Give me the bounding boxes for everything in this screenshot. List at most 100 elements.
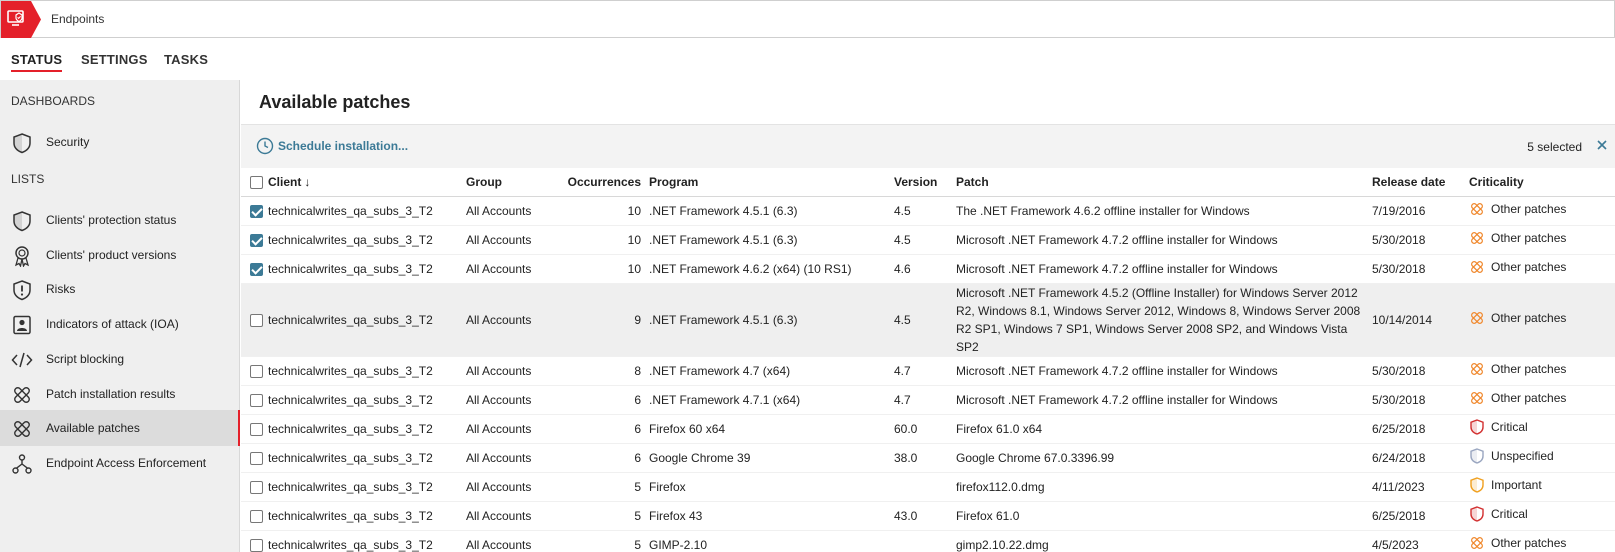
cell-client: technicalwrites_qa_subs_3_T2: [268, 443, 466, 473]
cell-release-date: 6/25/2018: [1372, 501, 1469, 531]
critical-shield-icon: [1470, 419, 1484, 435]
cell-patch: Microsoft .NET Framework 4.7.2 offline i…: [956, 254, 1372, 284]
cell-program: Firefox 60 x64: [649, 414, 894, 444]
criticality-label: Unspecified: [1491, 449, 1554, 463]
cell-occurrences: 8: [556, 356, 649, 386]
code-icon: [11, 352, 33, 368]
cell-patch: gimp2.10.22.dmg: [956, 530, 1372, 552]
table-row[interactable]: technicalwrites_qa_subs_3_T2 All Accounts…: [241, 283, 1615, 357]
cell-group: All Accounts: [466, 254, 556, 284]
table-row[interactable]: technicalwrites_qa_subs_3_T2 All Accounts…: [241, 356, 1615, 386]
column-header-release-date[interactable]: Release date: [1372, 168, 1469, 197]
sidebar-item-clients-protection-status[interactable]: Clients' protection status: [0, 202, 240, 238]
table-row[interactable]: technicalwrites_qa_subs_3_T2 All Accounts…: [241, 414, 1615, 444]
cell-version: [894, 472, 956, 502]
sidebar-item-risks[interactable]: Risks: [0, 271, 240, 307]
badge-icon: [14, 246, 30, 267]
cell-release-date: 4/11/2023: [1372, 472, 1469, 502]
column-header-occurrences[interactable]: Occurrences: [556, 168, 649, 197]
cell-group: All Accounts: [466, 501, 556, 531]
close-icon[interactable]: [1595, 138, 1609, 152]
cell-program: .NET Framework 4.5.1 (6.3): [649, 283, 894, 357]
cell-patch: The .NET Framework 4.6.2 offline install…: [956, 196, 1372, 226]
cell-patch: Google Chrome 67.0.3396.99: [956, 443, 1372, 473]
row-checkbox[interactable]: [250, 313, 263, 327]
column-header-patch[interactable]: Patch: [956, 168, 1372, 197]
cell-criticality: Other patches: [1469, 254, 1615, 284]
main-content: Available patches Schedule installation.…: [241, 80, 1615, 552]
cell-program: .NET Framework 4.7.1 (x64): [649, 385, 894, 415]
table-row[interactable]: technicalwrites_qa_subs_3_T2 All Accounts…: [241, 196, 1615, 226]
column-header-client[interactable]: Client ↓: [268, 168, 466, 197]
table-row[interactable]: technicalwrites_qa_subs_3_T2 All Accounts…: [241, 501, 1615, 531]
top-bar: Endpoints: [0, 0, 1615, 38]
cell-patch: Firefox 61.0: [956, 501, 1372, 531]
row-checkbox[interactable]: [250, 204, 263, 218]
cell-version: 4.7: [894, 356, 956, 386]
column-header-group[interactable]: Group: [466, 168, 556, 197]
sidebar-item-patch-installation-results[interactable]: Patch installation results: [0, 376, 240, 412]
cell-patch: Microsoft .NET Framework 4.7.2 offline i…: [956, 356, 1372, 386]
column-header-criticality[interactable]: Criticality: [1469, 168, 1615, 197]
cell-client: technicalwrites_qa_subs_3_T2: [268, 225, 466, 255]
warning-shield-icon: [13, 280, 31, 301]
cell-version: 4.5: [894, 283, 956, 357]
sidebar-section-dashboards: DASHBOARDS: [11, 94, 96, 108]
other-patches-icon: [1471, 392, 1483, 404]
row-checkbox[interactable]: [250, 364, 263, 378]
critical-shield-icon: [1470, 506, 1484, 522]
column-header-version[interactable]: Version: [894, 168, 956, 197]
top-nav: STATUS SETTINGS TASKS: [0, 38, 1615, 80]
table-row[interactable]: technicalwrites_qa_subs_3_T2 All Accounts…: [241, 225, 1615, 255]
cell-program: GIMP-2.10: [649, 530, 894, 552]
cell-program: Firefox 43: [649, 501, 894, 531]
cell-occurrences: 10: [556, 254, 649, 284]
sidebar-item-available-patches[interactable]: Available patches: [0, 410, 240, 446]
tab-status[interactable]: STATUS: [11, 52, 63, 72]
other-patches-icon: [1471, 232, 1483, 244]
cell-patch: firefox112.0.dmg: [956, 472, 1372, 502]
table-row[interactable]: technicalwrites_qa_subs_3_T2 All Accounts…: [241, 443, 1615, 473]
row-checkbox[interactable]: [250, 480, 263, 494]
criticality-label: Other patches: [1491, 260, 1567, 274]
select-all-checkbox[interactable]: [250, 175, 263, 189]
sidebar-item-endpoint-access-enforcement[interactable]: Endpoint Access Enforcement: [0, 445, 240, 481]
row-checkbox[interactable]: [250, 538, 263, 552]
tab-settings[interactable]: SETTINGS: [81, 52, 148, 67]
clock-icon[interactable]: [256, 137, 274, 155]
cell-client: technicalwrites_qa_subs_3_T2: [268, 356, 466, 386]
sidebar-item-clients-product-versions[interactable]: Clients' product versions: [0, 237, 240, 273]
cell-criticality: Other patches: [1469, 225, 1615, 255]
cell-occurrences: 10: [556, 225, 649, 255]
row-checkbox[interactable]: [250, 509, 263, 523]
row-checkbox[interactable]: [250, 233, 263, 247]
criticality-label: Other patches: [1491, 311, 1567, 325]
row-checkbox[interactable]: [250, 262, 263, 276]
sidebar-item-script-blocking[interactable]: Script blocking: [0, 341, 240, 377]
cell-release-date: 7/19/2016: [1372, 196, 1469, 226]
criticality-label: Critical: [1491, 420, 1528, 434]
table-row[interactable]: technicalwrites_qa_subs_3_T2 All Accounts…: [241, 530, 1615, 552]
table-row[interactable]: technicalwrites_qa_subs_3_T2 All Accounts…: [241, 472, 1615, 502]
table-row[interactable]: technicalwrites_qa_subs_3_T2 All Accounts…: [241, 254, 1615, 284]
cell-group: All Accounts: [466, 283, 556, 357]
cell-program: .NET Framework 4.5.1 (6.3): [649, 225, 894, 255]
app-logo-icon[interactable]: [1, 1, 41, 38]
cell-client: technicalwrites_qa_subs_3_T2: [268, 472, 466, 502]
schedule-installation-button[interactable]: Schedule installation...: [278, 139, 408, 153]
cell-release-date: 4/5/2023: [1372, 530, 1469, 552]
sidebar-item-indicators-of-attack[interactable]: Indicators of attack (IOA): [0, 306, 240, 342]
column-header-program[interactable]: Program: [649, 168, 894, 197]
row-checkbox[interactable]: [250, 393, 263, 407]
cell-version: 38.0: [894, 443, 956, 473]
tab-tasks[interactable]: TASKS: [164, 52, 208, 67]
cell-client: technicalwrites_qa_subs_3_T2: [268, 530, 466, 552]
sidebar-item-security[interactable]: Security: [0, 124, 240, 160]
cell-program: .NET Framework 4.6.2 (x64) (10 RS1): [649, 254, 894, 284]
row-checkbox[interactable]: [250, 422, 263, 436]
cell-version: 4.6: [894, 254, 956, 284]
patch-icon: [14, 421, 30, 437]
cell-program: Google Chrome 39: [649, 443, 894, 473]
table-row[interactable]: technicalwrites_qa_subs_3_T2 All Accounts…: [241, 385, 1615, 415]
row-checkbox[interactable]: [250, 451, 263, 465]
